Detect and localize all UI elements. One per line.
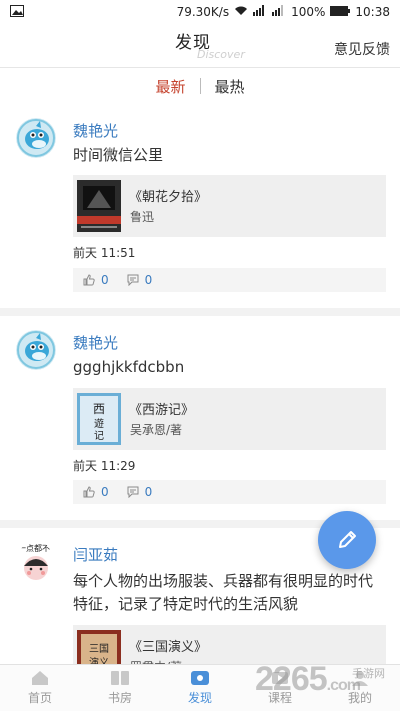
nav-bookroom[interactable]: 书房 [80,665,160,711]
book-cover-image [77,180,121,232]
post-actions: 0 0 [73,268,386,292]
post-content: 每个人物的出场服装、兵器都有很明显的时代特征，记录了特定时代的生活风貌 [73,572,374,613]
signal-icon-2 [272,5,286,19]
status-bar: 79.30K/s 100% 10:38 [0,0,400,24]
avatar-dolphin-icon [16,118,56,158]
comment-button[interactable]: 0 [127,485,153,499]
post-separator [0,308,400,316]
svg-text:三国: 三国 [89,643,109,655]
post-username[interactable]: 魏艳光 [73,332,118,353]
post-content: 时间微信公里 [73,146,164,164]
comment-count: 0 [144,485,153,499]
svg-text:遊: 遊 [94,417,104,430]
post-username[interactable]: 魏艳光 [73,120,118,141]
book-card[interactable]: 《朝花夕拾》 鲁迅 [73,175,386,237]
wifi-icon [234,5,248,19]
watermark-site: 手游网 [352,667,385,680]
discover-icon [191,671,209,685]
post-actions: 0 0 [73,480,386,504]
like-button[interactable]: 0 [83,273,109,287]
post-username[interactable]: 闫亚茹 [73,544,118,565]
tab-latest[interactable]: 最新 [141,76,199,97]
nav-label: 发现 [187,691,212,705]
book-title: 《西游记》 [129,403,195,418]
title-en: Discover [197,48,245,61]
clock: 10:38 [355,5,390,19]
comment-count: 0 [144,273,153,287]
home-icon [32,671,48,685]
compose-button[interactable] [318,511,376,569]
book-icon [111,671,129,685]
avatar[interactable]: 一点都不 [16,542,56,582]
svg-text:西: 西 [93,402,105,416]
comment-button[interactable]: 0 [127,273,153,287]
like-count: 0 [101,273,109,287]
pencil-icon [339,531,356,548]
book-card[interactable]: 西 遊 记 《西游记》 吴承恩/著 [73,388,386,450]
book-cover-image: 西 遊 记 [77,393,121,445]
tab-hot[interactable]: 最热 [201,76,259,97]
book-title: 《三国演义》 [129,640,208,655]
comment-icon [127,274,139,286]
book-author: 鲁迅 [130,210,155,224]
header: 发现 Discover 意见反馈 [0,24,400,68]
battery-percent: 100% [291,5,326,19]
nav-label: 首页 [27,691,52,705]
post-time: 前天 11:51 [73,246,136,260]
avatar[interactable] [16,330,56,370]
nav-discover[interactable]: 发现 [160,665,240,711]
battery-icon [330,5,351,19]
post-time: 前天 11:29 [73,459,136,473]
nav-home[interactable]: 首页 [0,665,80,711]
feedback-button[interactable]: 意见反馈 [334,39,390,59]
gallery-icon [10,4,24,20]
page-title: 发现 Discover [175,28,245,61]
book-author: 吴承恩/著 [130,423,183,437]
avatar-dolphin-icon [16,330,56,370]
like-button[interactable]: 0 [83,485,109,499]
book-title: 《朝花夕拾》 [129,190,208,205]
post-content: ggghjkkfdcbbn [73,358,185,376]
avatar[interactable] [16,118,56,158]
thumbs-up-icon [83,486,95,498]
avatar-caption: 一点都不 [18,544,50,553]
comment-icon [127,486,139,498]
nav-label: 书房 [107,691,132,705]
svg-text:记: 记 [94,430,104,442]
signal-icon [253,5,267,19]
like-count: 0 [101,485,109,499]
thumbs-up-icon [83,274,95,286]
watermark-logo: 2265.com [255,660,361,698]
tab-bar: 最新 最热 [0,68,400,104]
network-speed: 79.30K/s [176,5,230,19]
